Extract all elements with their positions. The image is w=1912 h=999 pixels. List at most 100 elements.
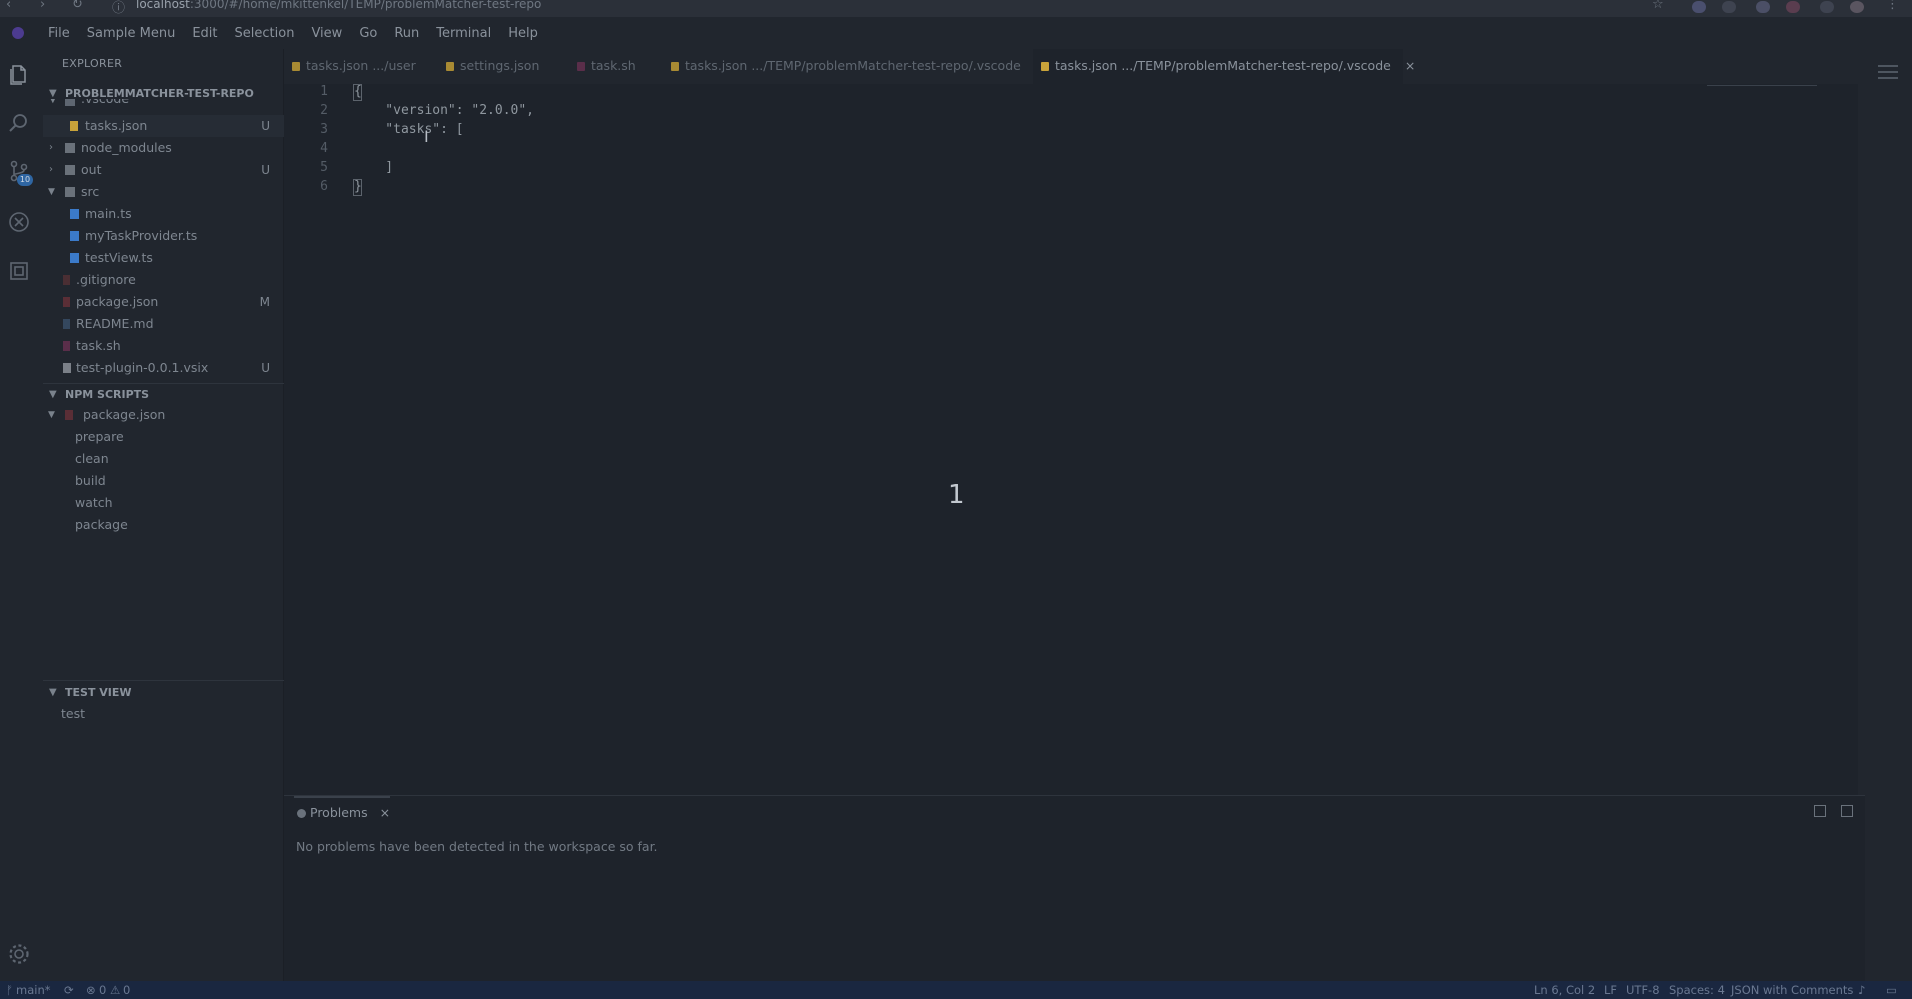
close-icon[interactable]: × bbox=[1405, 58, 1415, 73]
editor-scrollbar[interactable] bbox=[1858, 84, 1865, 795]
status-bar: ᚠ main* ⟳ ⊗ 0 ⚠ 0 Ln 6, Col 2 LF UTF-8 S… bbox=[0, 981, 1912, 999]
app-logo-icon bbox=[12, 27, 24, 39]
tree-item-file[interactable]: main.ts bbox=[43, 203, 284, 225]
test-view-section-header[interactable]: ▼ TEST VIEW bbox=[43, 683, 284, 703]
explorer-icon[interactable] bbox=[7, 63, 31, 87]
menu-selection[interactable]: Selection bbox=[235, 26, 295, 41]
tree-item-file[interactable]: package.json M bbox=[43, 291, 284, 313]
line-number: 6 bbox=[320, 179, 328, 194]
json-file-icon bbox=[1041, 62, 1049, 71]
puzzle-icon[interactable] bbox=[1820, 1, 1834, 13]
line-ending[interactable]: LF bbox=[1604, 981, 1617, 999]
tree-item-label: src bbox=[81, 184, 100, 199]
tab-problems[interactable]: Problems × bbox=[294, 796, 391, 826]
test-view-item[interactable]: test bbox=[43, 703, 284, 725]
extension-icon[interactable] bbox=[1786, 1, 1800, 13]
menu-terminal[interactable]: Terminal bbox=[436, 26, 491, 41]
menu-help[interactable]: Help bbox=[508, 26, 538, 41]
tab-task-sh[interactable]: task.sh bbox=[569, 49, 663, 84]
collapse-all-icon[interactable] bbox=[1814, 805, 1826, 817]
gear-icon[interactable] bbox=[7, 942, 31, 966]
git-file-icon bbox=[63, 275, 70, 285]
extension-icon[interactable] bbox=[1756, 1, 1770, 13]
tree-item-folder[interactable]: › out U bbox=[43, 159, 284, 181]
extension-icon[interactable] bbox=[1722, 1, 1736, 13]
tab-user-tasks[interactable]: tasks.json .../user bbox=[284, 49, 438, 84]
git-branch[interactable]: main* bbox=[16, 981, 50, 999]
extensions-icon[interactable] bbox=[7, 259, 31, 283]
npm-script-item[interactable]: package bbox=[43, 514, 284, 536]
code-editor[interactable]: 1 2 3 4 5 6 { "version": "2.0.0", "tasks… bbox=[284, 84, 1865, 795]
folder-icon bbox=[65, 165, 75, 175]
npm-scripts-section-header[interactable]: ▼ NPM SCRIPTS bbox=[43, 385, 284, 405]
json-file-icon bbox=[671, 62, 679, 71]
tab-settings[interactable]: settings.json bbox=[438, 49, 569, 84]
menu-edit[interactable]: Edit bbox=[192, 26, 217, 41]
error-count[interactable]: 0 bbox=[99, 981, 106, 999]
tree-item-file[interactable]: myTaskProvider.ts bbox=[43, 225, 284, 247]
json-file-icon bbox=[292, 62, 300, 71]
tree-item-label: README.md bbox=[76, 316, 154, 331]
tab-label: tasks.json .../user bbox=[306, 58, 416, 73]
menu-file[interactable]: File bbox=[48, 26, 70, 41]
extension-icon[interactable] bbox=[1692, 1, 1706, 13]
overlay-number: 1 bbox=[948, 480, 965, 510]
avatar[interactable] bbox=[1850, 1, 1864, 13]
sidebar-title: EXPLORER bbox=[62, 57, 123, 70]
layout-icon[interactable]: ▭ bbox=[1886, 981, 1897, 999]
filter-list-icon[interactable] bbox=[1841, 805, 1853, 817]
tab-workspace-tasks[interactable]: tasks.json .../TEMP/problemMatcher-test-… bbox=[663, 49, 1033, 84]
chevron-down-icon: ▼ bbox=[49, 389, 57, 400]
bell-icon[interactable]: ♪ bbox=[1858, 981, 1865, 999]
bookmark-star-icon[interactable]: ☆ bbox=[1652, 0, 1664, 12]
npm-script-label: watch bbox=[75, 495, 113, 510]
tree-item-folder[interactable]: ▼ .vscode bbox=[43, 99, 284, 111]
reload-icon[interactable]: ↻ bbox=[72, 0, 83, 12]
menu-run[interactable]: Run bbox=[394, 26, 419, 41]
git-status-badge: U bbox=[261, 119, 270, 133]
npm-file-icon bbox=[63, 297, 70, 307]
outline-icon[interactable] bbox=[1876, 63, 1900, 81]
menu-sample[interactable]: Sample Menu bbox=[87, 26, 176, 41]
sync-icon[interactable]: ⟳ bbox=[64, 981, 74, 999]
folder-icon bbox=[65, 143, 75, 153]
tree-item-folder[interactable]: ▼ src bbox=[43, 181, 284, 203]
tree-item-folder[interactable]: › node_modules bbox=[43, 137, 284, 159]
npm-package-item[interactable]: ▼ package.json bbox=[43, 404, 284, 426]
section-divider bbox=[43, 680, 284, 681]
typescript-file-icon bbox=[70, 209, 79, 219]
back-icon[interactable]: ‹ bbox=[6, 0, 11, 12]
browser-toolbar: ‹ › ↻ ⓘ localhost:3000/#/home/mkittenkel… bbox=[0, 0, 1912, 17]
indentation[interactable]: Spaces: 4 bbox=[1669, 981, 1725, 999]
npm-script-item[interactable]: prepare bbox=[43, 426, 284, 448]
menu-go[interactable]: Go bbox=[359, 26, 377, 41]
menu-view[interactable]: View bbox=[311, 26, 342, 41]
npm-script-label: prepare bbox=[75, 429, 124, 444]
tree-item-file[interactable]: README.md bbox=[43, 313, 284, 335]
debug-icon[interactable] bbox=[7, 210, 31, 234]
error-icon: ⊗ bbox=[86, 983, 96, 997]
npm-script-item[interactable]: build bbox=[43, 470, 284, 492]
shell-file-icon bbox=[63, 341, 70, 351]
cursor-position[interactable]: Ln 6, Col 2 bbox=[1534, 981, 1595, 999]
minimap[interactable] bbox=[1707, 85, 1817, 86]
section-title: TEST VIEW bbox=[65, 686, 132, 699]
tree-item-file[interactable]: test-plugin-0.0.1.vsix U bbox=[43, 357, 284, 379]
tab-workspace-tasks-active[interactable]: tasks.json .../TEMP/problemMatcher-test-… bbox=[1033, 49, 1415, 84]
more-vertical-icon[interactable]: ⋮ bbox=[1886, 0, 1899, 12]
warning-count[interactable]: 0 bbox=[123, 981, 130, 999]
forward-icon[interactable]: › bbox=[40, 0, 45, 12]
tree-item-file[interactable]: task.sh bbox=[43, 335, 284, 357]
npm-script-item[interactable]: clean bbox=[43, 448, 284, 470]
close-icon[interactable]: × bbox=[380, 805, 390, 820]
tree-item-file[interactable]: tasks.json U bbox=[43, 115, 284, 137]
tree-item-file[interactable]: .gitignore bbox=[43, 269, 284, 291]
file-encoding[interactable]: UTF-8 bbox=[1626, 981, 1660, 999]
npm-script-item[interactable]: watch bbox=[43, 492, 284, 514]
language-mode[interactable]: JSON with Comments bbox=[1731, 981, 1853, 999]
search-icon[interactable] bbox=[7, 111, 31, 135]
line-number: 2 bbox=[320, 103, 328, 118]
site-info-icon[interactable]: ⓘ bbox=[112, 0, 125, 16]
tree-item-file[interactable]: testView.ts bbox=[43, 247, 284, 269]
address-bar[interactable]: localhost:3000/#/home/mkittenkel/TEMP/pr… bbox=[136, 0, 541, 11]
